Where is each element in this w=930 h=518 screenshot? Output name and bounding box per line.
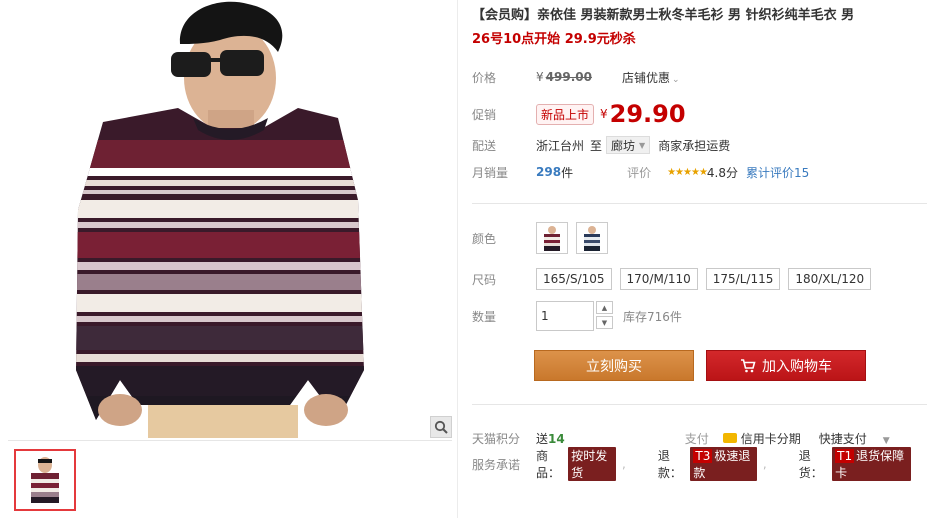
quantity-row: 数量 ▲ ▼ 库存716件: [472, 300, 927, 332]
promo-badge: 新品上市: [536, 103, 595, 125]
quantity-label: 数量: [472, 309, 497, 324]
shipping-label: 配送: [472, 138, 497, 153]
cart-icon: [741, 358, 756, 372]
price-currency: ¥: [536, 70, 544, 84]
quantity-increase[interactable]: ▲: [596, 301, 613, 314]
size-option-l[interactable]: 175/L/115: [705, 268, 781, 290]
service-tag[interactable]: 按时发货: [568, 447, 617, 481]
service-shipping: 商品： 按时发货 ,: [536, 447, 626, 481]
promo-currency: ¥: [600, 107, 608, 121]
product-main-image[interactable]: [8, 0, 452, 438]
price-label: 价格: [472, 70, 497, 85]
payment-block: 支付 信用卡分期 快捷支付 ▼: [685, 430, 890, 447]
destination-value: 廊坊: [611, 138, 636, 153]
stock-count: 库存716件: [623, 309, 682, 324]
payment-label: 支付: [684, 431, 709, 446]
size-option-m[interactable]: 170/M/110: [619, 268, 698, 290]
product-subtitle: 26号10点开始 29.9元秒杀: [472, 32, 636, 47]
destination-select[interactable]: 廊坊 ▼: [606, 136, 651, 154]
service-return: 退货： T1 退货保障卡: [799, 447, 911, 481]
thumbnail-strip: [8, 440, 452, 518]
shipping-fee: 商家承担运费: [658, 138, 731, 153]
add-to-cart-label: 加入购物车: [762, 358, 832, 375]
size-option-s[interactable]: 165/S/105: [536, 268, 612, 290]
section-divider: [472, 404, 927, 405]
sales-unit: 件: [561, 165, 574, 180]
zoom-button[interactable]: [430, 416, 452, 438]
points-row: 天猫积分 送14 支付 信用卡分期 快捷支付 ▼: [472, 427, 927, 449]
buy-now-label: 立刻购买: [586, 358, 642, 375]
rating-score: 4.8分: [706, 165, 739, 180]
promo-label: 促销: [472, 107, 497, 122]
rating-stars: ★★★★★: [667, 166, 708, 178]
service-refund: 退款： T3 极速退款 ,: [657, 447, 767, 481]
chevron-down-icon: ⌄: [671, 74, 680, 85]
size-option-xl[interactable]: 180/XL/120: [788, 268, 872, 290]
service-label: 服务承诺: [472, 457, 521, 472]
product-title: 【会员购】亲依佳 男装新款男士秋冬羊毛衫 男 针织衫纯羊毛衣 男: [472, 8, 855, 23]
magnifier-icon: [434, 420, 448, 434]
points-value: 送14: [536, 431, 565, 446]
rating-block: 评价 ★★★★★ 4.8分 累计评价15: [627, 164, 809, 181]
color-row: 颜色: [472, 220, 927, 256]
shipping-to: 至: [590, 138, 603, 153]
points-label: 天猫积分: [472, 431, 521, 446]
sales-count: 298: [536, 165, 562, 179]
section-divider: [472, 203, 927, 204]
color-swatch-1[interactable]: [536, 222, 568, 254]
credit-card-icon: [722, 433, 737, 443]
price-row: 价格 ¥ 499.00 店铺优惠 ⌄: [472, 66, 927, 88]
shop-discount-dropdown[interactable]: 店铺优惠 ⌄: [622, 69, 680, 86]
quantity-decrease[interactable]: ▼: [596, 316, 613, 329]
rating-label: 评价: [627, 165, 652, 180]
sales-row: 月销量 298 件 评价 ★★★★★ 4.8分 累计评价15: [472, 161, 927, 183]
service-tag[interactable]: T1 退货保障卡: [832, 447, 911, 481]
column-divider: [457, 0, 458, 518]
shop-discount-label: 店铺优惠: [621, 70, 670, 85]
add-to-cart-button[interactable]: 加入购物车: [706, 350, 866, 381]
promo-price: 29.90: [609, 100, 686, 128]
sales-label: 月销量: [472, 165, 509, 180]
quantity-input[interactable]: [536, 301, 594, 331]
color-label: 颜色: [472, 231, 497, 246]
promo-row: 促销 新品上市 ¥ 29.90: [472, 100, 927, 128]
original-price: 499.00: [545, 70, 592, 84]
credit-installment[interactable]: 信用卡分期: [741, 430, 801, 447]
quick-pay-dropdown[interactable]: 快捷支付 ▼: [819, 430, 890, 447]
color-swatch-2[interactable]: [576, 222, 608, 254]
thumbnail-1[interactable]: [14, 449, 76, 511]
size-row: 尺码 165/S/105 170/M/110 175/L/115 180/XL/…: [472, 267, 927, 291]
service-row: 服务承诺 商品： 按时发货 , 退款： T3 极速退款 , 退货： T1 退货保障卡: [472, 447, 927, 481]
service-tag[interactable]: T3 极速退款: [690, 447, 757, 481]
chevron-down-icon: ▼: [882, 435, 890, 446]
size-label: 尺码: [472, 272, 497, 287]
buy-now-button[interactable]: 立刻购买: [534, 350, 694, 381]
product-info-panel: 【会员购】亲依佳 男装新款男士秋冬羊毛衫 男 针织衫纯羊毛衣 男 26号10点开…: [472, 0, 927, 518]
quantity-stepper: ▲ ▼: [596, 301, 613, 331]
reviews-link[interactable]: 累计评价15: [746, 164, 809, 181]
shipping-origin: 浙江台州: [536, 138, 585, 153]
chevron-down-icon: ▼: [639, 140, 646, 150]
shipping-row: 配送 浙江台州 至 廊坊 ▼ 商家承担运费: [472, 134, 927, 156]
